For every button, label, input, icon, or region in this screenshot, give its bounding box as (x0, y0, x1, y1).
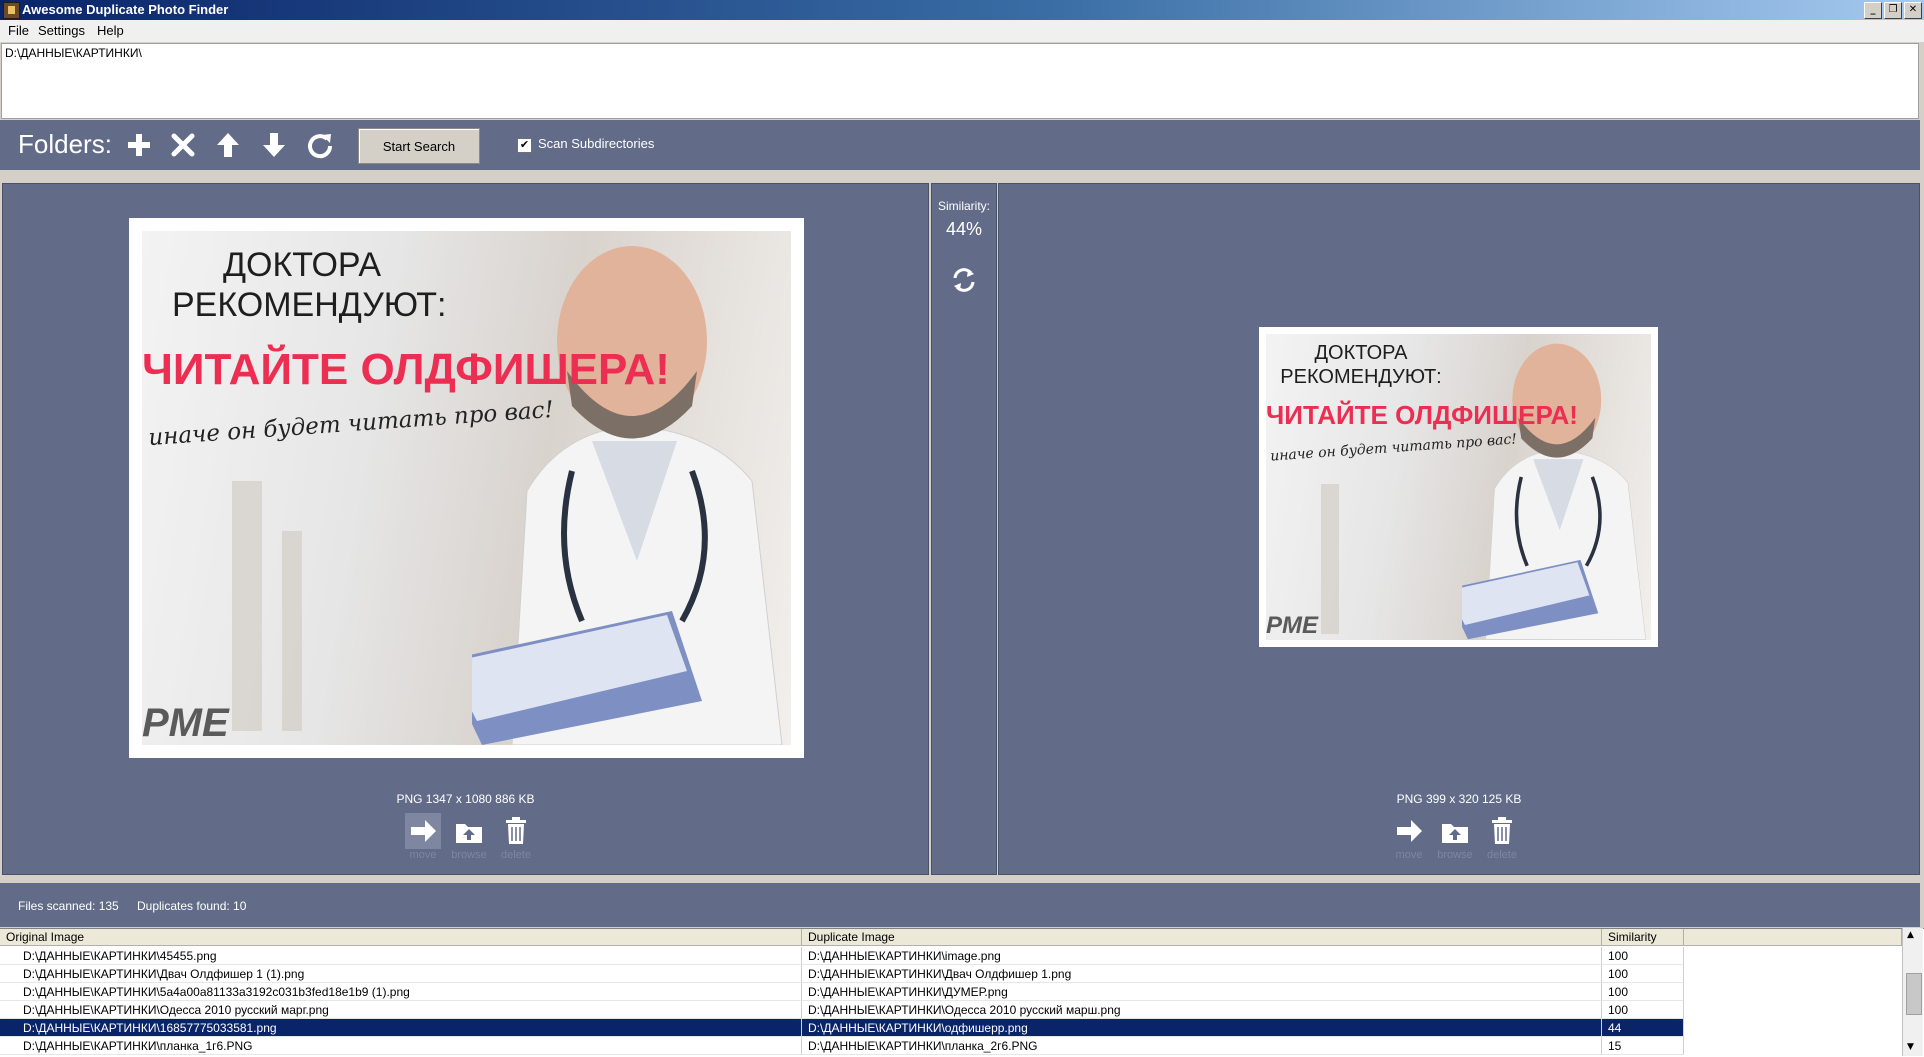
cell-duplicate: D:\ДАННЫЕ\КАРТИНКИ\image.png (802, 947, 1602, 965)
image-text-line1: ДОКТОРА (1314, 342, 1408, 364)
move-label: move (409, 849, 437, 861)
duplicate-image-preview: ДОКТОРА РЕКОМЕНДУЮТ: ЧИТАЙТЕ ОЛДФИШЕРА! … (1259, 327, 1658, 647)
image-text-line1: ДОКТОРА (222, 246, 382, 284)
similarity-label: Similarity: (937, 199, 990, 213)
menu-bar: File Settings Help (0, 20, 1924, 42)
files-scanned: Files scanned: 135 (18, 899, 119, 913)
menu-help[interactable]: Help (97, 23, 124, 38)
original-image-panel: ДОКТОРА РЕКОМЕНДУЮТ: ЧИТАЙТЕ ОЛДФИШЕРА! … (2, 183, 929, 875)
header-filler (1684, 929, 1902, 946)
cell-original: D:\ДАННЫЕ\КАРТИНКИ\планка_1г6.PNG (0, 1037, 802, 1055)
original-image-info: PNG 1347 x 1080 886 KB (396, 792, 535, 806)
scroll-up-icon[interactable]: ▲ (1907, 930, 1914, 940)
cell-duplicate: D:\ДАННЫЕ\КАРТИНКИ\одфишерр.png (802, 1019, 1602, 1037)
image-text-line2: РЕКОМЕНДУЮТ: (172, 286, 447, 324)
cell-similarity: 44 (1602, 1019, 1684, 1037)
image-headline: ЧИТАЙТЕ ОЛДФИШЕРА! (1266, 400, 1578, 430)
delete-icon[interactable] (498, 813, 534, 849)
similarity-value: 44% (945, 219, 983, 239)
move-label: move (1395, 849, 1423, 861)
app-icon (3, 2, 20, 19)
minimize-button[interactable]: _ (1864, 2, 1882, 19)
doctor-photo (472, 246, 783, 745)
cell-original: D:\ДАННЫЕ\КАРТИНКИ\16857775033581.png (0, 1019, 802, 1037)
duplicates-found: Duplicates found: 10 (137, 899, 247, 913)
cell-duplicate: D:\ДАННЫЕ\КАРТИНКИ\Двач Олдфишер 1.png (802, 965, 1602, 983)
move-up-icon[interactable] (213, 130, 243, 160)
reset-icon[interactable] (305, 130, 335, 160)
delete-label: delete (501, 849, 531, 861)
delete-label: delete (1487, 849, 1517, 861)
delete-icon[interactable] (1484, 813, 1520, 849)
browse-icon[interactable] (1437, 813, 1473, 849)
table-row-selected[interactable]: D:\ДАННЫЕ\КАРТИНКИ\16857775033581.png D:… (0, 1019, 1904, 1037)
header-original-image[interactable]: Original Image (0, 929, 802, 946)
window-title: Awesome Duplicate Photo Finder (22, 2, 229, 17)
move-down-icon[interactable] (259, 130, 289, 160)
cell-duplicate: D:\ДАННЫЕ\КАРТИНКИ\планка_2г6.PNG (802, 1037, 1602, 1055)
table-row[interactable]: D:\ДАННЫЕ\КАРТИНКИ\планка_1г6.PNG D:\ДАН… (0, 1037, 1904, 1055)
close-button[interactable]: ✕ (1904, 2, 1922, 19)
title-bar: Awesome Duplicate Photo Finder _ ❐ ✕ (0, 0, 1924, 20)
menu-settings[interactable]: Settings (38, 23, 85, 38)
image-text-line2: РЕКОМЕНДУЮТ: (1280, 366, 1442, 388)
cell-similarity: 100 (1602, 983, 1684, 1001)
image-watermark: PME (142, 701, 229, 745)
original-image-preview: ДОКТОРА РЕКОМЕНДУЮТ: ЧИТАЙТЕ ОЛДФИШЕРА! … (129, 218, 804, 758)
header-duplicate-image[interactable]: Duplicate Image (802, 929, 1602, 946)
cell-original: D:\ДАННЫЕ\КАРТИНКИ\Одесса 2010 русский м… (0, 1001, 802, 1019)
folders-toolbar: Folders: Start Search ✔ Scan Subdirector… (0, 120, 1920, 170)
scan-subdirectories-label[interactable]: Scan Subdirectories (538, 136, 654, 151)
table-row[interactable]: D:\ДАННЫЕ\КАРТИНКИ\Двач Олдфишер 1 (1).p… (0, 965, 1904, 983)
browse-label: browse (1437, 849, 1473, 861)
browse-label: browse (451, 849, 487, 861)
cell-original: D:\ДАННЫЕ\КАРТИНКИ\45455.png (0, 947, 802, 965)
cell-similarity: 100 (1602, 1001, 1684, 1019)
table-row[interactable]: D:\ДАННЫЕ\КАРТИНКИ\Одесса 2010 русский м… (0, 1001, 1904, 1019)
scroll-down-icon[interactable]: ▼ (1907, 1042, 1914, 1052)
results-scrollbar[interactable]: ▲ ▼ (1902, 928, 1923, 1056)
folder-entry[interactable]: D:\ДАННЫЕ\КАРТИНКИ\ (5, 46, 142, 60)
remove-folder-icon[interactable] (168, 130, 198, 160)
cell-original: D:\ДАННЫЕ\КАРТИНКИ\Двач Олдфишер 1 (1).p… (0, 965, 802, 983)
cell-duplicate: D:\ДАННЫЕ\КАРТИНКИ\ДУМЕР.png (802, 983, 1602, 1001)
folders-label: Folders: (18, 129, 112, 159)
table-row[interactable]: D:\ДАННЫЕ\КАРТИНКИ\45455.png D:\ДАННЫЕ\К… (0, 947, 1904, 965)
doctor-photo (1462, 343, 1646, 640)
swap-icon[interactable] (950, 266, 978, 294)
cell-similarity: 100 (1602, 947, 1684, 965)
cell-duplicate: D:\ДАННЫЕ\КАРТИНКИ\Одесса 2010 русский м… (802, 1001, 1602, 1019)
image-watermark: PME (1266, 612, 1319, 639)
move-icon[interactable] (1391, 813, 1427, 849)
move-icon[interactable] (405, 813, 441, 849)
scan-subdirectories-checkbox[interactable]: ✔ (517, 138, 532, 153)
results-grid[interactable]: Original Image Duplicate Image Similarit… (0, 928, 1924, 1057)
add-folder-icon[interactable] (124, 130, 154, 160)
duplicate-image-info: PNG 399 x 320 125 KB (1396, 792, 1522, 806)
start-search-button[interactable]: Start Search (358, 128, 480, 164)
maximize-button[interactable]: ❐ (1884, 2, 1902, 19)
scroll-thumb[interactable] (1906, 973, 1922, 1015)
duplicate-image-panel: ДОКТОРА РЕКОМЕНДУЮТ: ЧИТАЙТЕ ОЛДФИШЕРА! … (998, 183, 1920, 875)
scan-status-bar: Files scanned: 135 Duplicates found: 10 (0, 883, 1920, 927)
cell-similarity: 15 (1602, 1037, 1684, 1055)
cell-original: D:\ДАННЫЕ\КАРТИНКИ\5a4a00a81133a3192c031… (0, 983, 802, 1001)
menu-file[interactable]: File (8, 23, 29, 38)
browse-icon[interactable] (451, 813, 487, 849)
image-headline: ЧИТАЙТЕ ОЛДФИШЕРА! (142, 345, 670, 394)
folder-list[interactable]: D:\ДАННЫЕ\КАРТИНКИ\ (1, 43, 1919, 119)
header-similarity[interactable]: Similarity (1602, 929, 1684, 946)
cell-similarity: 100 (1602, 965, 1684, 983)
similarity-panel: Similarity: 44% (931, 183, 997, 875)
table-row[interactable]: D:\ДАННЫЕ\КАРТИНКИ\5a4a00a81133a3192c031… (0, 983, 1904, 1001)
